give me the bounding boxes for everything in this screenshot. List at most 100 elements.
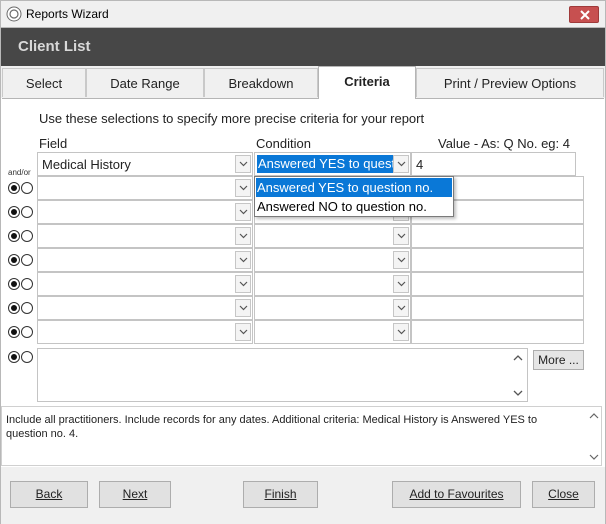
- condition-select-row-4[interactable]: [254, 224, 411, 248]
- condition-dropdown-button[interactable]: [393, 323, 409, 341]
- condition-select-row-7[interactable]: [254, 296, 411, 320]
- tab-print-preview[interactable]: Print / Preview Options: [416, 68, 604, 97]
- or-radio-row-4[interactable]: [21, 230, 33, 242]
- condition-dropdown-button[interactable]: [393, 251, 409, 269]
- back-button-label: Back: [35, 487, 63, 501]
- condition-dropdown-button[interactable]: [393, 227, 409, 245]
- field-dropdown-button[interactable]: [235, 179, 251, 197]
- and-radio-row-8[interactable]: [8, 326, 20, 338]
- chevron-down-icon: [239, 233, 248, 239]
- extra-criteria-textarea[interactable]: [37, 348, 528, 402]
- chevron-down-icon: [239, 329, 248, 335]
- scroll-down-icon[interactable]: [511, 386, 525, 400]
- field-select-row-3[interactable]: [37, 200, 253, 224]
- field-value: Medical History: [42, 157, 131, 172]
- chevron-down-icon: [397, 233, 406, 239]
- and-radio-row-extra[interactable]: [8, 351, 20, 363]
- add-favourites-label: Add to Favourites: [409, 487, 504, 501]
- chevron-down-icon: [239, 305, 248, 311]
- field-dropdown-button[interactable]: [235, 251, 251, 269]
- or-radio-row-5[interactable]: [21, 254, 33, 266]
- condition-dropdown-button[interactable]: [393, 155, 409, 173]
- condition-select-row-8[interactable]: [254, 320, 411, 344]
- next-button[interactable]: Next: [99, 481, 171, 508]
- close-button-label: Close: [548, 487, 579, 501]
- tab-breakdown[interactable]: Breakdown: [204, 68, 318, 97]
- field-dropdown-button[interactable]: [235, 299, 251, 317]
- value-input-row-8[interactable]: [411, 320, 584, 344]
- and-radio-row-6[interactable]: [8, 278, 20, 290]
- condition-value: Answered YES to quest: [257, 155, 393, 173]
- value-input-row-5[interactable]: [411, 248, 584, 272]
- value-input-row-1[interactable]: 4: [411, 152, 576, 176]
- chevron-down-icon: [397, 281, 406, 287]
- close-button[interactable]: Close: [532, 481, 595, 508]
- page-title: Client List: [18, 38, 91, 55]
- window-close-button[interactable]: [569, 6, 599, 23]
- add-to-favourites-button[interactable]: Add to Favourites: [392, 481, 521, 508]
- or-radio-row-2[interactable]: [21, 182, 33, 194]
- field-dropdown-button[interactable]: [235, 323, 251, 341]
- chevron-down-icon: [239, 209, 248, 215]
- or-radio-row-6[interactable]: [21, 278, 33, 290]
- and-radio-row-2[interactable]: [8, 182, 20, 194]
- field-select-row-1[interactable]: Medical History: [37, 152, 253, 176]
- chevron-down-icon: [397, 329, 406, 335]
- or-radio-row-7[interactable]: [21, 302, 33, 314]
- or-radio-row-extra[interactable]: [21, 351, 33, 363]
- field-select-row-7[interactable]: [37, 296, 253, 320]
- field-select-row-8[interactable]: [37, 320, 253, 344]
- chevron-down-icon: [239, 257, 248, 263]
- condition-column-header: Condition: [256, 136, 311, 151]
- condition-select-row-6[interactable]: [254, 272, 411, 296]
- chevron-down-icon: [239, 281, 248, 287]
- field-dropdown-button[interactable]: [235, 227, 251, 245]
- field-column-header: Field: [39, 136, 68, 151]
- field-select-row-4[interactable]: [37, 224, 253, 248]
- summary-scroll-down-icon[interactable]: [587, 450, 601, 464]
- condition-dropdown-button[interactable]: [393, 275, 409, 293]
- close-icon: [580, 10, 590, 20]
- field-select-row-5[interactable]: [37, 248, 253, 272]
- field-dropdown-button[interactable]: [235, 275, 251, 293]
- condition-dropdown-button[interactable]: [393, 299, 409, 317]
- and-radio-row-7[interactable]: [8, 302, 20, 314]
- field-dropdown-button[interactable]: [235, 155, 251, 173]
- condition-option-no[interactable]: Answered NO to question no.: [256, 197, 452, 216]
- field-select-row-6[interactable]: [37, 272, 253, 296]
- tab-date-range[interactable]: Date Range: [86, 68, 204, 97]
- value-input-row-7[interactable]: [411, 296, 584, 320]
- chevron-down-icon: [239, 185, 248, 191]
- chevron-down-icon: [397, 161, 406, 167]
- or-radio-row-8[interactable]: [21, 326, 33, 338]
- app-icon: [6, 6, 22, 22]
- condition-select-row-5[interactable]: [254, 248, 411, 272]
- field-select-row-2[interactable]: [37, 176, 253, 200]
- condition-select-row-1[interactable]: Answered YES to quest: [254, 152, 411, 176]
- next-button-label: Next: [122, 487, 148, 501]
- window-title: Reports Wizard: [26, 7, 109, 21]
- and-radio-row-4[interactable]: [8, 230, 20, 242]
- instruction-text: Use these selections to specify more pre…: [39, 111, 425, 126]
- condition-option-yes[interactable]: Answered YES to question no.: [256, 178, 452, 197]
- window-border-left: [0, 28, 1, 524]
- tab-select[interactable]: Select: [2, 68, 86, 97]
- field-dropdown-button[interactable]: [235, 203, 251, 221]
- and-radio-row-3[interactable]: [8, 206, 20, 218]
- value-column-header: Value - As: Q No. eg: 4: [438, 136, 570, 151]
- value-input-row-6[interactable]: [411, 272, 584, 296]
- back-button[interactable]: Back: [10, 481, 88, 508]
- chevron-down-icon: [397, 257, 406, 263]
- finish-button[interactable]: Finish: [243, 481, 318, 508]
- scroll-up-icon[interactable]: [511, 351, 525, 365]
- or-radio-row-3[interactable]: [21, 206, 33, 218]
- value-input-row-4[interactable]: [411, 224, 584, 248]
- summary-scroll-up-icon[interactable]: [587, 409, 601, 423]
- more-button[interactable]: More ...: [533, 350, 584, 370]
- tab-criteria[interactable]: Criteria: [318, 66, 416, 99]
- header-band: [0, 28, 606, 66]
- value-text: 4: [416, 157, 424, 172]
- and-radio-row-5[interactable]: [8, 254, 20, 266]
- condition-dropdown-list: Answered YES to question no. Answered NO…: [254, 176, 454, 217]
- andor-label: and/or: [8, 168, 31, 177]
